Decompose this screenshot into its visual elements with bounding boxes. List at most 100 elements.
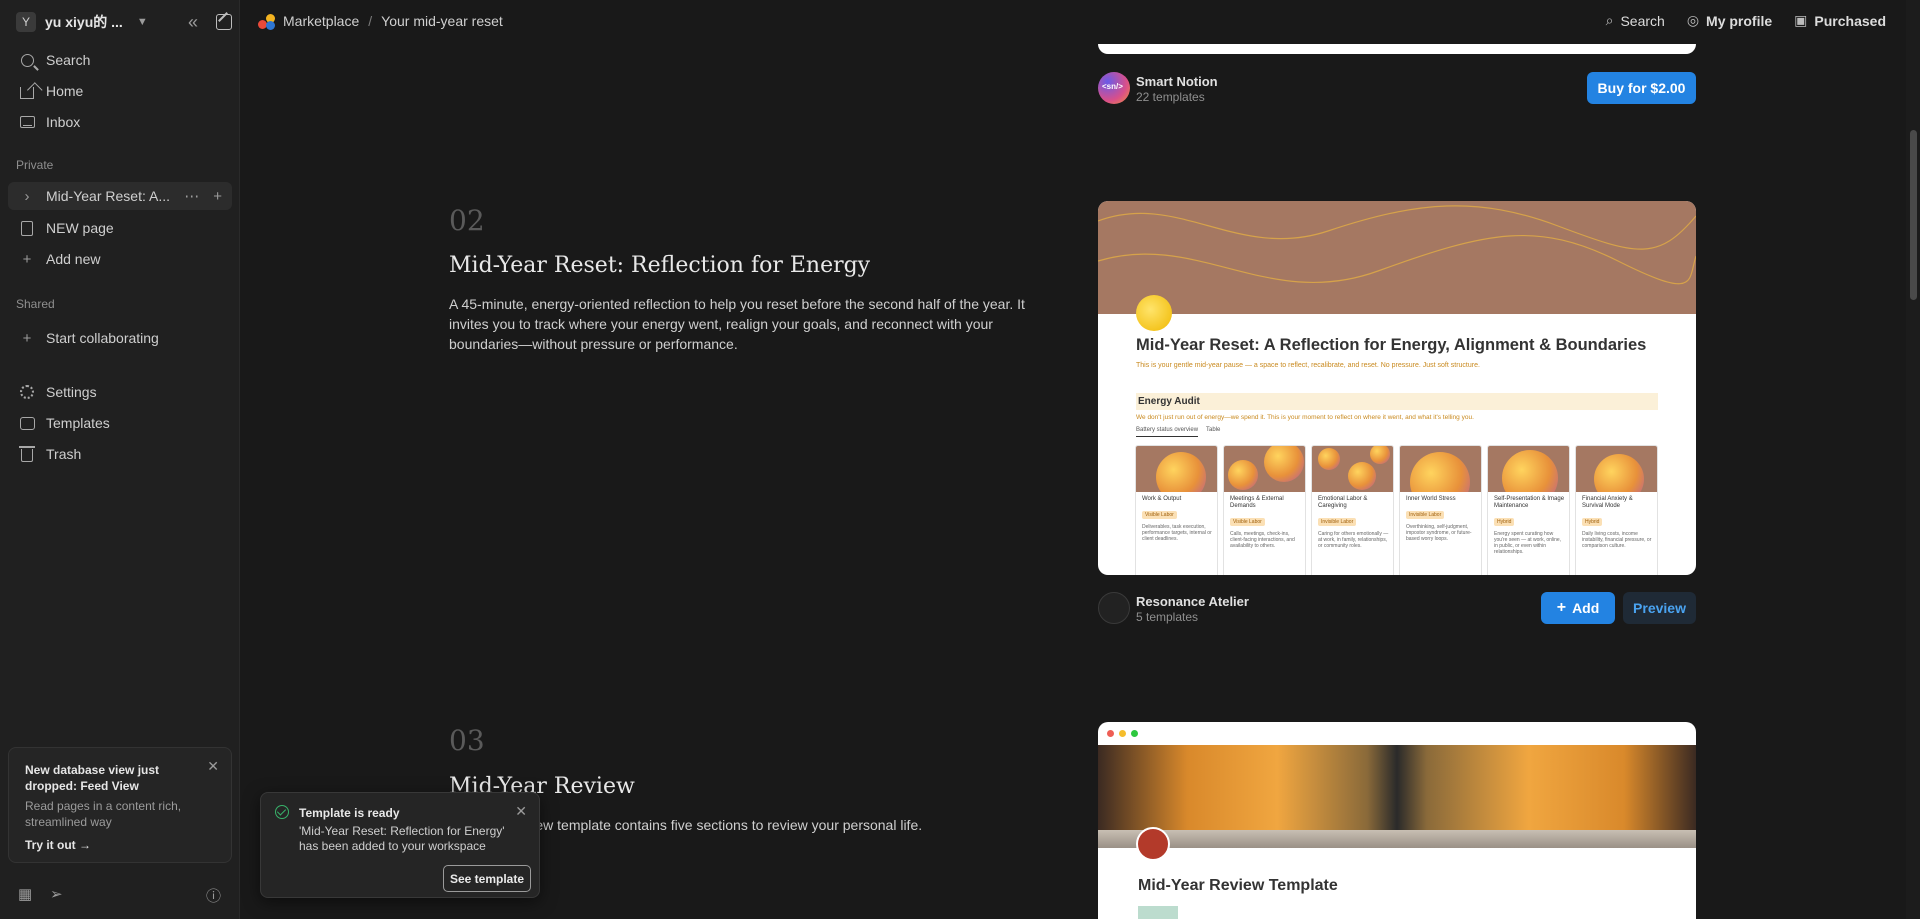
preview-card-text: Overthinking, self-judgment, impostor sy… — [1406, 524, 1472, 542]
close-icon[interactable]: ✕ — [515, 803, 527, 820]
creator-name[interactable]: Smart Notion — [1136, 74, 1218, 89]
gear-icon — [18, 383, 36, 401]
creator-name[interactable]: Resonance Atelier — [1136, 594, 1249, 609]
page-icon — [18, 219, 36, 237]
notice-title: New database view just dropped: Feed Vie… — [25, 763, 160, 793]
preview-card-text: Daily living costs, income instability, … — [1582, 531, 1652, 549]
breadcrumb-separator: / — [368, 13, 373, 29]
preview-card-tag: Invisible Labor — [1406, 511, 1445, 519]
my-profile-button[interactable]: ◎ My profile — [1687, 12, 1772, 29]
preview-block — [1138, 906, 1178, 919]
preview-title: Mid-Year Review Template — [1138, 877, 1338, 894]
sidebar-item-inbox[interactable]: Inbox — [8, 108, 232, 136]
preview-tabs: Battery status overview Table — [1136, 427, 1220, 437]
sidebar-item-label: NEW page — [46, 220, 114, 236]
close-icon[interactable]: ✕ — [207, 758, 219, 775]
sidebar-item-settings[interactable]: Settings — [8, 378, 232, 406]
sidebar-item-label: Settings — [46, 384, 97, 400]
sidebar-item-trash[interactable]: Trash — [8, 440, 232, 468]
preview-card-text: Calls, meetings, check-ins, client-facin… — [1230, 531, 1295, 549]
sidebar-item-label: Add new — [46, 251, 101, 267]
calendar-icon[interactable]: ▦ — [18, 885, 32, 903]
section-number: 02 — [449, 204, 485, 237]
sidebar-item-add-new[interactable]: + Add new — [8, 245, 232, 273]
purchased-button[interactable]: ▣ Purchased — [1794, 12, 1886, 29]
preview-card-text: Caring for others emotionally — at work,… — [1318, 531, 1389, 549]
workspace-switcher[interactable]: Y yu xiyu的 ... ▼ « — [16, 10, 232, 34]
see-template-button[interactable]: See template — [443, 865, 531, 892]
inbox-icon — [18, 113, 36, 131]
more-options-icon[interactable]: ⋯ — [184, 187, 199, 205]
sidebar-item-mid-year-reset[interactable]: › Mid-Year Reset: A... ⋯ + — [8, 182, 232, 210]
feed-view-notice: New database view just dropped: Feed Vie… — [8, 747, 232, 863]
sidebar-item-search[interactable]: Search — [8, 46, 232, 74]
creator-template-count: 22 templates — [1136, 90, 1205, 104]
creator-avatar[interactable]: <sn/> — [1098, 72, 1130, 104]
add-template-button[interactable]: + Add — [1541, 592, 1615, 624]
search-icon: ⌕ — [1605, 12, 1614, 28]
sidebar-item-label: Trash — [46, 446, 82, 462]
marketplace-logo-icon — [258, 14, 276, 30]
sidebar-item-new-page[interactable]: NEW page — [8, 214, 232, 242]
chevron-down-icon: ▼ — [136, 16, 148, 28]
preview-tab: Battery status overview — [1136, 427, 1199, 437]
scrollbar-thumb[interactable] — [1910, 130, 1917, 300]
search-icon — [18, 51, 36, 69]
preview-tab: Table — [1206, 427, 1221, 433]
add-subpage-icon[interactable]: + — [213, 188, 222, 205]
buy-button[interactable]: Buy for $2.00 — [1587, 72, 1696, 104]
chevron-right-icon[interactable]: › — [18, 187, 36, 205]
topbar: Marketplace / Your mid-year reset ⌕ Sear… — [240, 0, 1920, 44]
shared-section-label: Shared — [16, 297, 55, 311]
sun-emoji-icon — [1136, 295, 1172, 331]
toast-body: 'Mid-Year Reset: Reflection for Energy' … — [299, 824, 505, 853]
preview-banner — [1098, 201, 1696, 314]
breadcrumb: Marketplace / Your mid-year reset — [283, 13, 503, 29]
breadcrumb-marketplace[interactable]: Marketplace — [283, 13, 359, 29]
preview-card: Financial Anxiety & Survival Mode Hybrid… — [1575, 445, 1658, 575]
template-preview-image-2[interactable]: Mid-Year Reset: A Reflection for Energy,… — [1098, 201, 1696, 575]
preview-card-label: Inner World Stress — [1406, 496, 1456, 502]
new-page-icon[interactable] — [216, 14, 232, 30]
preview-card-tag: Hybrid — [1582, 518, 1603, 526]
preview-card-tag: Hybrid — [1494, 518, 1515, 526]
preview-card-label: Meetings & External Demands — [1230, 496, 1284, 509]
topbar-actions: ⌕ Search ◎ My profile ▣ Purchased — [1606, 12, 1886, 29]
creator-avatar[interactable] — [1098, 592, 1130, 624]
preview-card-label: Financial Anxiety & Survival Mode — [1582, 496, 1633, 509]
preview-page-icon — [1136, 827, 1170, 861]
try-it-out-link[interactable]: Try it out → — [25, 838, 217, 852]
sidebar-item-templates[interactable]: Templates — [8, 409, 232, 437]
window-dots — [1107, 730, 1138, 737]
preview-card-tag: Invisible Labor — [1318, 518, 1357, 526]
toast-title: Template is ready — [299, 806, 400, 820]
collapse-sidebar-icon[interactable]: « — [188, 10, 198, 34]
section-title[interactable]: Mid-Year Reset: Reflection for Energy — [449, 253, 870, 278]
creator-row-resonance-atelier: Resonance Atelier 5 templates + Add Prev… — [1098, 592, 1696, 624]
add-button-label: Add — [1572, 600, 1600, 616]
preview-audit-subtitle: We don't just run out of energy—we spend… — [1136, 414, 1474, 421]
sidebar-item-home[interactable]: Home — [8, 77, 232, 105]
top-search-button[interactable]: ⌕ Search — [1606, 12, 1665, 29]
plus-icon: + — [22, 329, 32, 347]
section-description: A 45-minute, energy-oriented reflection … — [449, 296, 1025, 352]
section-number: 03 — [449, 724, 485, 757]
main-content: <sn/> Smart Notion 22 templates Buy for … — [240, 44, 1906, 919]
preview-button[interactable]: Preview — [1623, 592, 1696, 624]
wave-decoration — [1098, 205, 1696, 285]
bag-icon: ▣ — [1794, 12, 1808, 28]
preview-card-label: Work & Output — [1142, 496, 1182, 502]
preview-card-tag: Visible Labor — [1230, 518, 1265, 526]
template-preview-image-3[interactable]: Mid-Year Review Template — [1098, 722, 1696, 919]
app-root: Y yu xiyu的 ... ▼ « Search Home Inbox Pri… — [0, 0, 1920, 919]
scrollbar[interactable] — [1906, 0, 1920, 919]
home-icon — [18, 82, 36, 100]
help-icon[interactable]: ⓘ — [206, 885, 221, 906]
preview-card-tag: Visible Labor — [1142, 511, 1177, 519]
template-preview-image-1[interactable] — [1098, 44, 1696, 54]
breadcrumb-current[interactable]: Your mid-year reset — [381, 13, 503, 29]
sidebar-item-label: Home — [46, 83, 84, 99]
send-icon[interactable]: ➢ — [50, 885, 63, 903]
preview-card: Self-Presentation & Image Maintenance Hy… — [1487, 445, 1570, 575]
sidebar-item-start-collaborating[interactable]: + Start collaborating — [8, 324, 232, 352]
